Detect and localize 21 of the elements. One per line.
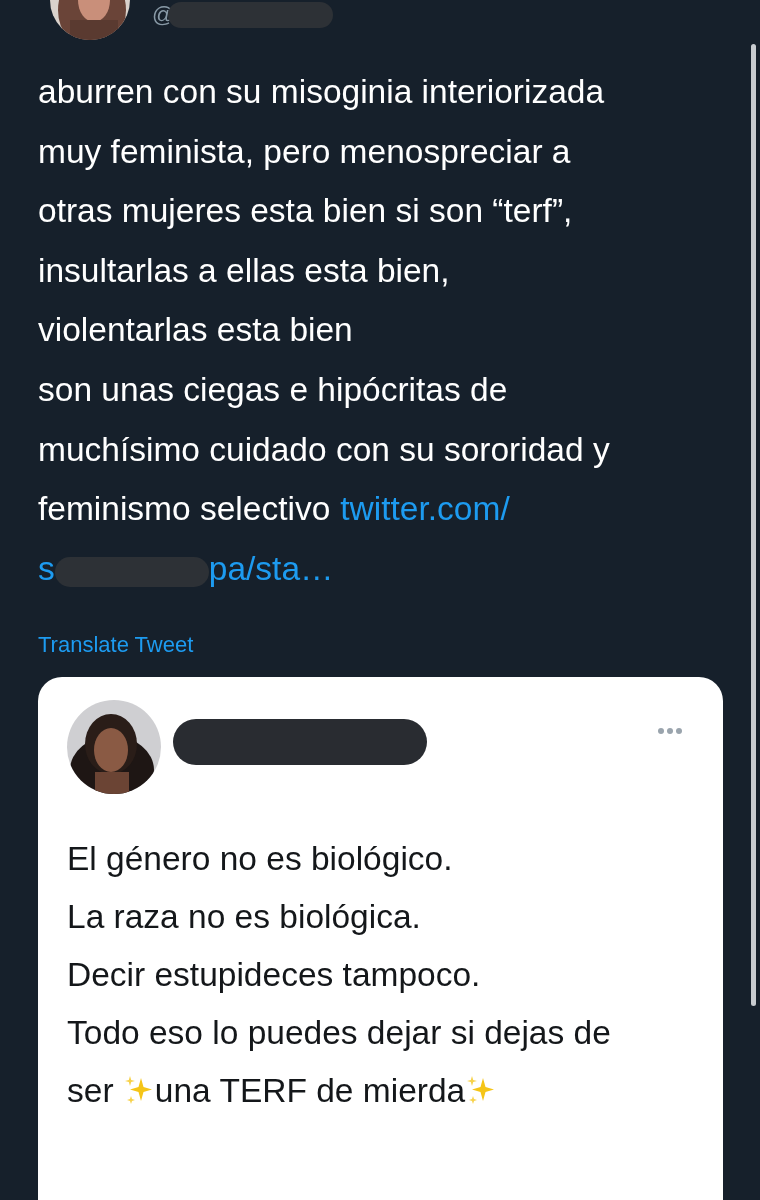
- quoted-tweet-text: El género no es biológico.: [67, 839, 453, 880]
- translate-link[interactable]: Translate Tweet: [38, 632, 194, 658]
- tweet-text: muchísimo cuidado con su sororidad y: [38, 429, 610, 470]
- tweet-link[interactable]: pa/sta…: [208, 538, 334, 599]
- tweet-link[interactable]: twitter.com/: [340, 479, 510, 539]
- tweet-text: feminismo selectivo: [38, 489, 331, 530]
- quoted-tweet-text: La raza no es biológica.: [67, 897, 421, 938]
- tweet-text: aburren con su misoginia interiorizada: [38, 72, 605, 112]
- scrollbar[interactable]: [751, 44, 756, 1006]
- quoted-tweet-text: Decir estupideces tampoco.: [67, 954, 481, 995]
- quoted-tweet-text: ser: [67, 1070, 115, 1111]
- more-options-icon[interactable]: [657, 727, 683, 736]
- tweet-text: otras mujeres esta bien si son “terf”,: [38, 191, 573, 232]
- tweet-link[interactable]: s: [38, 538, 55, 599]
- tweet-text: violentarlas esta bien: [38, 310, 353, 351]
- tweet-text: son unas ciegas e hipócritas de: [38, 369, 508, 410]
- quoted-tweet-text: Todo eso lo puedes dejar si dejas de: [67, 1012, 611, 1053]
- quoted-tweet-text: una TERF de mierda: [154, 1070, 466, 1111]
- quoted-tweet-card[interactable]: El género no es biológico. La raza no es biológica. Decir estupideces tampoco. Todo eso lo puedes dejar si dejas de ser una TERF de mierda: [38, 677, 723, 1200]
- tweet-text: muy feminista, pero menospreciar a: [38, 131, 571, 172]
- tweet-text: insultarlas a ellas esta bien,: [38, 250, 450, 291]
